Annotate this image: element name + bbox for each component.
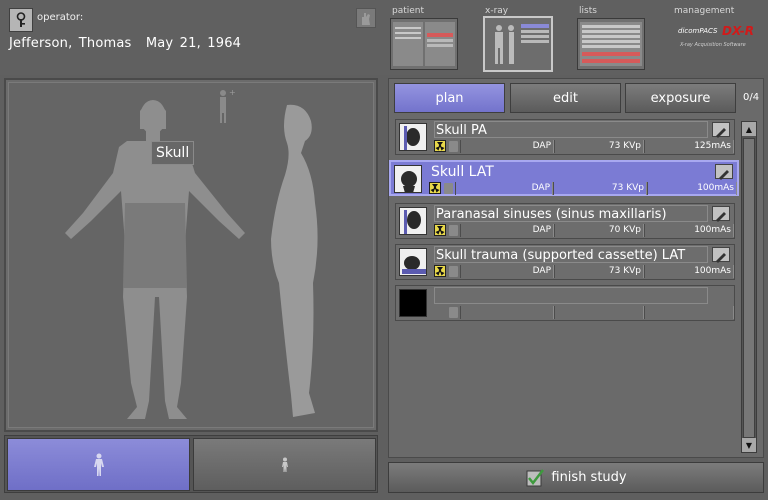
add-person-icon: + — [220, 88, 236, 123]
scroll-up-icon[interactable]: ▲ — [742, 122, 756, 136]
selected-region-label: Skull — [151, 141, 195, 165]
edit-exam-button[interactable] — [712, 247, 730, 263]
pencil-icon — [719, 170, 729, 180]
exam-list: Skull PA DAP 73 KVp 125mAs Skull LAT DAP… — [389, 119, 739, 457]
brand-prefix: dicomPACS — [678, 27, 718, 35]
pencil-icon — [716, 212, 726, 222]
kvp-value — [554, 306, 644, 319]
tab-management-label: management — [674, 6, 735, 16]
svg-text:+: + — [229, 88, 236, 97]
radiation-icon — [429, 182, 441, 194]
kvp-value: 73 KVp — [553, 182, 647, 195]
key-icon — [16, 12, 26, 27]
patient-dob: May 21, 1964 — [145, 36, 242, 51]
view-size-tabs — [4, 435, 378, 493]
patient-name: Jefferson, Thomas — [9, 36, 132, 51]
tab-plan[interactable]: plan — [394, 83, 505, 113]
kvp-value: 73 KVp — [554, 265, 644, 278]
tab-patient-label: patient — [392, 6, 425, 16]
tab-adult-view[interactable] — [7, 438, 190, 491]
hand-icon[interactable] — [356, 8, 376, 28]
tab-edit[interactable]: edit — [510, 83, 621, 113]
checkmark-icon — [526, 468, 545, 486]
list-item[interactable]: Skull PA DAP 73 KVp 125mAs — [395, 119, 735, 155]
scroll-down-icon[interactable]: ▼ — [742, 438, 756, 452]
trash-icon[interactable] — [444, 183, 453, 194]
exam-thumbnail-empty — [399, 289, 427, 317]
operator-key-button[interactable] — [9, 8, 33, 32]
tab-exposure[interactable]: exposure — [625, 83, 736, 113]
tab-patient[interactable]: patient — [390, 4, 460, 74]
brand-logo: dicomPACS DX-R X-ray Acquisition Softwar… — [676, 24, 764, 52]
dap-label: DAP — [460, 140, 554, 153]
body-map-figures[interactable]: + — [9, 83, 375, 429]
list-item-empty[interactable] — [395, 285, 735, 321]
list-item[interactable]: Skull LAT DAP 73 KVp 100mAs — [389, 160, 739, 196]
dap-label: DAP — [460, 265, 554, 278]
trash-icon[interactable] — [449, 225, 458, 236]
mas-value — [644, 306, 734, 319]
edit-exam-button[interactable] — [712, 206, 730, 222]
finish-study-label: finish study — [551, 470, 627, 485]
mas-value: 100mAs — [644, 224, 734, 237]
edit-exam-button[interactable] — [715, 164, 733, 180]
kvp-value: 70 KVp — [554, 224, 644, 237]
exam-list-scrollbar[interactable]: ▲ ▼ — [741, 121, 757, 453]
dap-label — [460, 306, 554, 319]
exam-thumbnail — [394, 165, 422, 193]
radiation-icon — [434, 265, 446, 277]
edit-exam-button[interactable] — [712, 122, 730, 138]
tab-child-view[interactable] — [193, 438, 376, 491]
x-ray-thumbnail — [483, 16, 553, 72]
brand-suffix: DX-R — [722, 24, 755, 38]
adult-figure-icon — [93, 453, 104, 476]
brand-tagline: X-ray Acquisition Software — [680, 42, 746, 48]
pencil-icon — [716, 128, 726, 138]
exam-thumbnail — [399, 207, 427, 235]
dap-label: DAP — [455, 182, 553, 195]
exam-title: Skull PA — [434, 121, 708, 138]
list-item[interactable]: Paranasal sinuses (sinus maxillaris) DAP… — [395, 203, 735, 239]
exposure-counter: 0/4 — [743, 92, 760, 103]
exam-title: Skull trauma (supported cassette) LAT — [434, 246, 708, 263]
tab-x-ray[interactable]: x-ray — [483, 4, 553, 74]
child-figure-icon — [281, 457, 288, 472]
side-body-figure — [271, 104, 318, 418]
tab-x-ray-label: x-ray — [485, 6, 509, 16]
mas-value: 100mAs — [644, 265, 734, 278]
finish-study-button[interactable]: finish study — [388, 462, 764, 493]
exam-thumbnail — [399, 123, 427, 151]
list-item[interactable]: Skull trauma (supported cassette) LAT DA… — [395, 244, 735, 280]
operator-label: operator: — [37, 12, 84, 23]
lists-thumbnail — [577, 18, 645, 70]
patient-thumbnail — [390, 18, 458, 70]
trash-icon[interactable] — [449, 141, 458, 152]
dap-label: DAP — [460, 224, 554, 237]
exam-title: Skull LAT — [431, 164, 494, 180]
radiation-icon — [434, 224, 446, 236]
kvp-value: 73 KVp — [554, 140, 644, 153]
app-header: operator: Jefferson, Thomas May 21, 1964… — [0, 0, 768, 75]
exam-title: Paranasal sinuses (sinus maxillaris) — [434, 205, 708, 222]
radiation-icon — [434, 140, 446, 152]
mas-value: 125mAs — [644, 140, 734, 153]
exam-title — [434, 287, 708, 304]
trash-icon[interactable] — [449, 307, 458, 318]
patient-info: Jefferson, Thomas May 21, 1964 — [9, 36, 241, 51]
scroll-thumb[interactable] — [743, 138, 755, 438]
tab-lists-label: lists — [579, 6, 597, 16]
exam-planning-panel: plan edit exposure 0/4 Skull PA DAP 73 K… — [388, 78, 764, 458]
body-map-canvas: + Skull — [8, 82, 374, 428]
body-map-panel: + Skull — [4, 78, 378, 432]
trash-icon[interactable] — [449, 266, 458, 277]
tab-lists[interactable]: lists — [577, 4, 647, 74]
exam-thumbnail — [399, 248, 427, 276]
mas-value: 100mAs — [647, 182, 737, 195]
pencil-icon — [716, 253, 726, 263]
